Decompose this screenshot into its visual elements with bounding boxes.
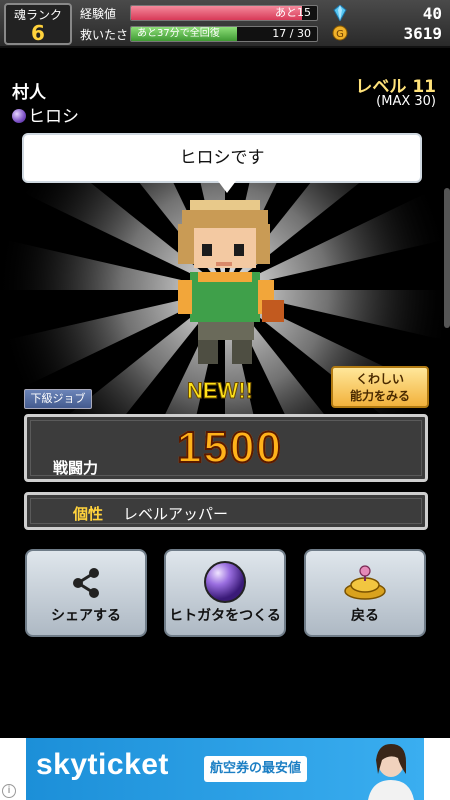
character-sprite bbox=[178, 200, 284, 364]
gold-coin-icon: G bbox=[332, 25, 348, 41]
exp-label: 経験値 bbox=[80, 7, 117, 21]
gem-counter: 40 bbox=[332, 4, 442, 24]
rescue-value: 17 / 30 bbox=[272, 27, 311, 40]
character-name-row: ヒロシ bbox=[12, 102, 79, 127]
purple-orb-icon bbox=[204, 561, 246, 603]
svg-text:G: G bbox=[336, 29, 344, 40]
level-max: (MAX 30) bbox=[376, 94, 436, 109]
ad-copy: 航空券の最安値 bbox=[204, 756, 308, 782]
new-badge: NEW!! bbox=[187, 378, 254, 404]
back-button[interactable]: 戻る bbox=[304, 549, 426, 637]
scrollbar[interactable] bbox=[444, 188, 450, 328]
trait-label: 個性 bbox=[73, 505, 104, 523]
ad-brand: skyticket bbox=[36, 748, 169, 781]
exp-remaining: あと15 bbox=[275, 6, 311, 19]
create-hitogata-button[interactable]: ヒトガタをつくる bbox=[164, 549, 286, 637]
status-bar: 魂ランク 6 経験値 あと15 救いたさ あと37分で全回復 17 / 30 4… bbox=[0, 0, 450, 48]
purple-orb-icon bbox=[12, 109, 26, 123]
rescue-bar: あと37分で全回復 17 / 30 bbox=[130, 26, 318, 42]
trait-panel: 個性 レベルアッパー bbox=[24, 492, 428, 530]
ad-info-icon[interactable]: i bbox=[2, 784, 16, 798]
soul-rank-value: 6 bbox=[31, 21, 45, 45]
combat-power-value: 1500 bbox=[176, 422, 283, 473]
blue-crystal-icon bbox=[333, 5, 347, 21]
ad-model-image bbox=[368, 744, 414, 800]
job-class-tag: 下級ジョブ bbox=[24, 389, 92, 409]
combat-power-label: 戦闘力 bbox=[53, 459, 99, 477]
ad-banner[interactable]: skyticket 航空券の最安値 i bbox=[0, 738, 450, 800]
create-hitogata-label: ヒトガタをつくる bbox=[169, 608, 281, 624]
gold-pile-icon bbox=[344, 565, 386, 600]
share-button[interactable]: シェアする bbox=[25, 549, 147, 637]
ad-creative[interactable]: skyticket 航空券の最安値 bbox=[26, 738, 424, 800]
combat-power-panel: 戦闘力 1500 bbox=[24, 414, 428, 482]
view-details-button[interactable]: くわしい 能力をみる bbox=[331, 366, 429, 408]
character-name: ヒロシ bbox=[28, 107, 79, 127]
rescue-recover-time: あと37分で全回復 bbox=[137, 28, 220, 39]
gem-count: 40 bbox=[422, 4, 442, 23]
job-title: 村人 bbox=[12, 83, 46, 103]
soul-rank-box: 魂ランク 6 bbox=[4, 3, 72, 45]
trait-value: レベルアッパー bbox=[123, 505, 229, 523]
share-label: シェアする bbox=[51, 608, 121, 624]
share-icon bbox=[73, 568, 99, 598]
gold-counter: G 3619 bbox=[332, 24, 442, 44]
speech-bubble: ヒロシです bbox=[22, 133, 422, 193]
gold-count: 3619 bbox=[403, 24, 442, 43]
back-label: 戻る bbox=[351, 608, 379, 624]
rescue-label: 救いたさ bbox=[80, 28, 129, 42]
view-details-label: くわしい 能力をみる bbox=[349, 372, 410, 403]
exp-bar: あと15 bbox=[130, 5, 318, 21]
